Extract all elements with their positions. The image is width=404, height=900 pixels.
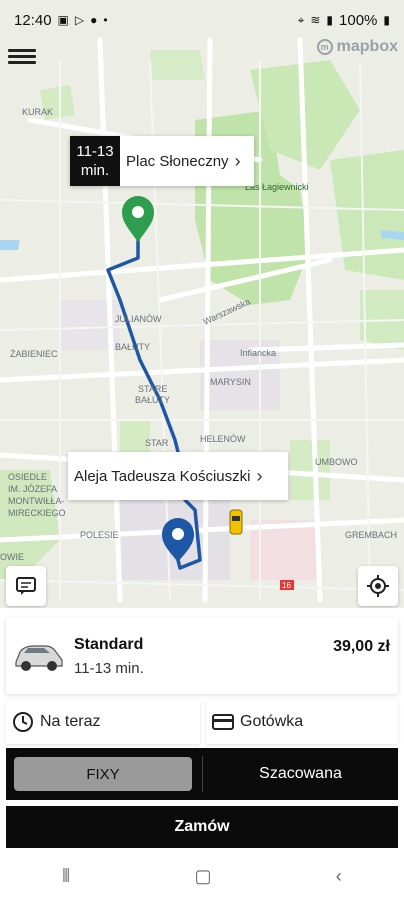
chat-icon: ● — [90, 13, 98, 27]
ride-option-standard[interactable]: Standard 11-13 min. 39,00 zł — [6, 618, 398, 694]
stop-badge: 16 — [282, 581, 291, 590]
message-icon — [16, 577, 36, 595]
locate-button[interactable] — [358, 566, 398, 606]
svg-text:Las Łagiewnicki: Las Łagiewnicki — [245, 182, 309, 192]
status-bar: 12:40 ▣ ▷ ● • ⌖ ≋ ▮ 100% ▮ — [0, 0, 404, 40]
svg-text:OWIE: OWIE — [0, 552, 24, 562]
status-time: 12:40 — [14, 11, 52, 29]
battery-icon: ▮ — [383, 13, 390, 27]
svg-text:Inflancka: Inflancka — [240, 348, 276, 358]
svg-text:MARYSIN: MARYSIN — [210, 377, 251, 387]
ride-name: Standard — [74, 635, 144, 653]
ride-eta: 11-13 min. — [74, 659, 144, 677]
wifi-icon: ≋ — [310, 13, 321, 27]
price-type-toggle: FIXY Szacowana — [6, 748, 398, 800]
destination-name: Aleja Tadeusza Kościuszki — [74, 467, 251, 485]
svg-text:POLESIE: POLESIE — [80, 530, 119, 540]
payment-option[interactable]: Gotówka — [206, 700, 398, 744]
svg-text:HELENÓW: HELENÓW — [200, 434, 246, 444]
pickup-callout[interactable]: 11-13 min. Plac Słoneczny › — [70, 136, 254, 186]
dot-icon: • — [103, 13, 108, 27]
signal-icon: ▮ — [326, 13, 334, 27]
chevron-right-icon: › — [234, 150, 241, 171]
svg-text:BAŁUTY: BAŁUTY — [135, 395, 170, 405]
estimated-price-tab[interactable]: Szacowana — [203, 765, 398, 783]
destination-callout[interactable]: Aleja Tadeusza Kościuszki › — [68, 452, 288, 500]
clock-icon — [13, 712, 33, 732]
ride-price: 39,00 zł — [333, 638, 390, 655]
svg-text:STAR: STAR — [145, 438, 169, 448]
gallery-icon: ▣ — [57, 13, 69, 27]
svg-text:OSIEDLE: OSIEDLE — [8, 472, 47, 482]
time-option-label: Na teraz — [40, 713, 101, 730]
svg-text:UMBOWO: UMBOWO — [315, 457, 358, 467]
svg-text:IM. JÓZEFA: IM. JÓZEFA — [8, 484, 57, 494]
svg-text:ŻABIENIEC: ŻABIENIEC — [10, 349, 58, 359]
system-nav-bar: ⦀ ▢ ‹ — [0, 852, 404, 900]
svg-text:BAŁUTY: BAŁUTY — [115, 342, 150, 352]
menu-icon — [8, 49, 36, 52]
svg-text:MIRECKIEGO: MIRECKIEGO — [8, 508, 66, 518]
battery-level: 100% — [339, 11, 378, 29]
recents-icon[interactable]: ⦀ — [62, 866, 70, 887]
map-label: KURAK — [22, 107, 53, 117]
card-icon — [212, 714, 234, 730]
mapbox-icon: m — [316, 39, 333, 55]
chat-button[interactable] — [6, 566, 46, 606]
payment-option-label: Gotówka — [240, 713, 304, 730]
svg-text:STARE: STARE — [138, 384, 167, 394]
fixed-price-tab[interactable]: FIXY — [14, 757, 192, 791]
mapbox-label: mapbox — [336, 38, 398, 55]
svg-text:JULIANÓW: JULIANÓW — [115, 314, 162, 324]
car-icon — [15, 645, 63, 671]
svg-text:GREMBACH: GREMBACH — [345, 530, 397, 540]
time-option[interactable]: Na teraz — [6, 700, 200, 744]
pickup-name: Plac Słoneczny — [126, 152, 229, 170]
pickup-eta: 11-13 min. — [70, 136, 120, 186]
play-icon: ▷ — [74, 13, 85, 27]
order-button[interactable]: Zamów — [6, 806, 398, 848]
crosshair-icon — [367, 575, 389, 597]
mapbox-logo[interactable]: m mapbox — [316, 38, 398, 56]
taxi-icon — [229, 509, 243, 535]
back-icon[interactable]: ‹ — [336, 866, 342, 887]
svg-text:MONTWIŁŁA-: MONTWIŁŁA- — [8, 496, 65, 506]
home-icon[interactable]: ▢ — [194, 866, 211, 887]
location-icon: ⌖ — [297, 12, 305, 27]
chevron-right-icon: › — [256, 465, 263, 486]
menu-button[interactable] — [8, 46, 36, 68]
